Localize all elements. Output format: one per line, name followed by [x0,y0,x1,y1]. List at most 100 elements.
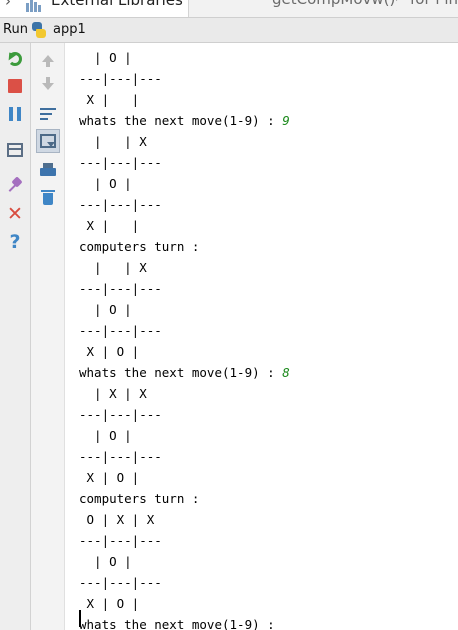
console-line: X | O | [79,467,290,488]
restore-layout-button[interactable] [4,139,26,161]
run-tool-window-header: Run app1 [0,17,458,43]
rerun-button[interactable] [4,48,26,70]
console-line: X | | [79,89,290,110]
console-line-text: ---|---|--- [79,449,162,464]
console-line: ---|---|--- [79,320,290,341]
trash-icon [41,189,55,205]
console-line-text: computers turn : [79,239,200,254]
console-line-text: X | O | [79,596,140,611]
external-libraries-label: External Libraries [51,0,183,9]
print-button[interactable] [37,159,59,181]
console-line: ---|---|--- [79,68,290,89]
console-line: computers turn : [79,236,290,257]
console-line-text: ---|---|--- [79,323,162,338]
console-line: ---|---|--- [79,530,290,551]
layout-icon [7,143,23,157]
help-button[interactable]: ? [4,231,26,253]
scroll-to-end-icon [40,134,56,148]
console-line: ---|---|--- [79,446,290,467]
console-line: ---|---|--- [79,278,290,299]
console-line-text: | O | [79,50,132,65]
console-line-text: | O | [79,302,132,317]
run-config-tab[interactable]: app1 [53,22,86,37]
run-toolbar-primary: ✕ ? [0,43,31,630]
console-line-text: X | | [79,92,140,107]
rerun-icon [8,52,22,66]
arrow-up-icon [42,54,54,67]
console-line: X | | [79,215,290,236]
run-window-title: Run [3,22,28,37]
stop-icon [8,79,22,93]
console-line: computers turn : [79,488,290,509]
console-line-text: | O | [79,428,132,443]
console-line-text: | O | [79,554,132,569]
stop-button[interactable] [4,75,26,97]
console-line: | O | [79,425,290,446]
console-line: | X | X [79,383,290,404]
console-line: | O | [79,551,290,572]
user-input-value: 9 [282,113,290,128]
close-button[interactable]: ✕ [4,203,26,225]
chevron-right-icon[interactable]: › [5,0,11,10]
console-line-text: ---|---|--- [79,281,162,296]
library-icon [26,0,44,12]
console-line-text: computers turn : [79,491,200,506]
clear-all-button[interactable] [37,186,59,208]
console-line-text: ---|---|--- [79,407,162,422]
console-line: X | O | [79,593,290,614]
scroll-to-end-button[interactable] [36,129,60,153]
arrow-down-icon [42,76,54,90]
console-line: ---|---|--- [79,152,290,173]
console-line-text: | X | X [79,386,147,401]
breadcrumb-statement[interactable]: for i in r [410,0,458,8]
breadcrumb-separator-icon: › [395,0,400,5]
soft-wrap-icon [40,107,56,121]
console-line-text: whats the next move(1-9) : [79,617,275,630]
console-lines: | O | ---|---|--- X | | whats the next mov… [79,47,290,630]
console-line-text: X | O | [79,344,140,359]
console-line-text: ---|---|--- [79,155,162,170]
console-line: whats the next move(1-9) : 8 [79,362,290,383]
pin-icon [7,178,23,194]
run-toolbar-secondary [31,43,65,630]
console-line-text: | | X [79,260,147,275]
console-line-text: | | X [79,134,147,149]
text-caret [79,610,81,627]
console-line: | O | [79,299,290,320]
python-icon [30,21,48,39]
project-tree-item[interactable]: › External Libraries [0,0,189,17]
print-icon [40,163,56,177]
console-line-text: whats the next move(1-9) : [79,365,283,380]
console-line-text: X | O | [79,470,140,485]
console-line: | O | [79,173,290,194]
console-line: O | X | X [79,509,290,530]
console-line: | O | [79,47,290,68]
console-line: whats the next move(1-9) : [79,614,290,630]
pause-button[interactable] [4,103,26,125]
user-input-value: 8 [282,365,290,380]
pin-tab-button[interactable] [4,175,26,197]
console-line: ---|---|--- [79,572,290,593]
down-stack-trace-button[interactable] [37,75,59,97]
pause-icon [9,107,21,121]
console-line: X | O | [79,341,290,362]
breadcrumb-function[interactable]: getCompMovw() [272,0,395,8]
help-icon: ? [9,230,21,253]
console-line: | | X [79,131,290,152]
console-line-text: whats the next move(1-9) : [79,113,283,128]
top-strip: › External Libraries getCompMovw() › for… [0,0,458,17]
console-line-text: ---|---|--- [79,71,162,86]
close-icon: ✕ [7,202,23,225]
console-line-text: ---|---|--- [79,575,162,590]
console-line-text: ---|---|--- [79,533,162,548]
console-line: ---|---|--- [79,404,290,425]
console-line: whats the next move(1-9) : 9 [79,110,290,131]
console-line-text: O | X | X [79,512,155,527]
console-line: | | X [79,257,290,278]
console-output[interactable]: | O | ---|---|--- X | | whats the next mov… [66,43,458,630]
console-line: ---|---|--- [79,194,290,215]
console-line-text: ---|---|--- [79,197,162,212]
up-stack-trace-button[interactable] [37,47,59,69]
soft-wrap-button[interactable] [37,103,59,125]
console-line-text: | O | [79,176,132,191]
